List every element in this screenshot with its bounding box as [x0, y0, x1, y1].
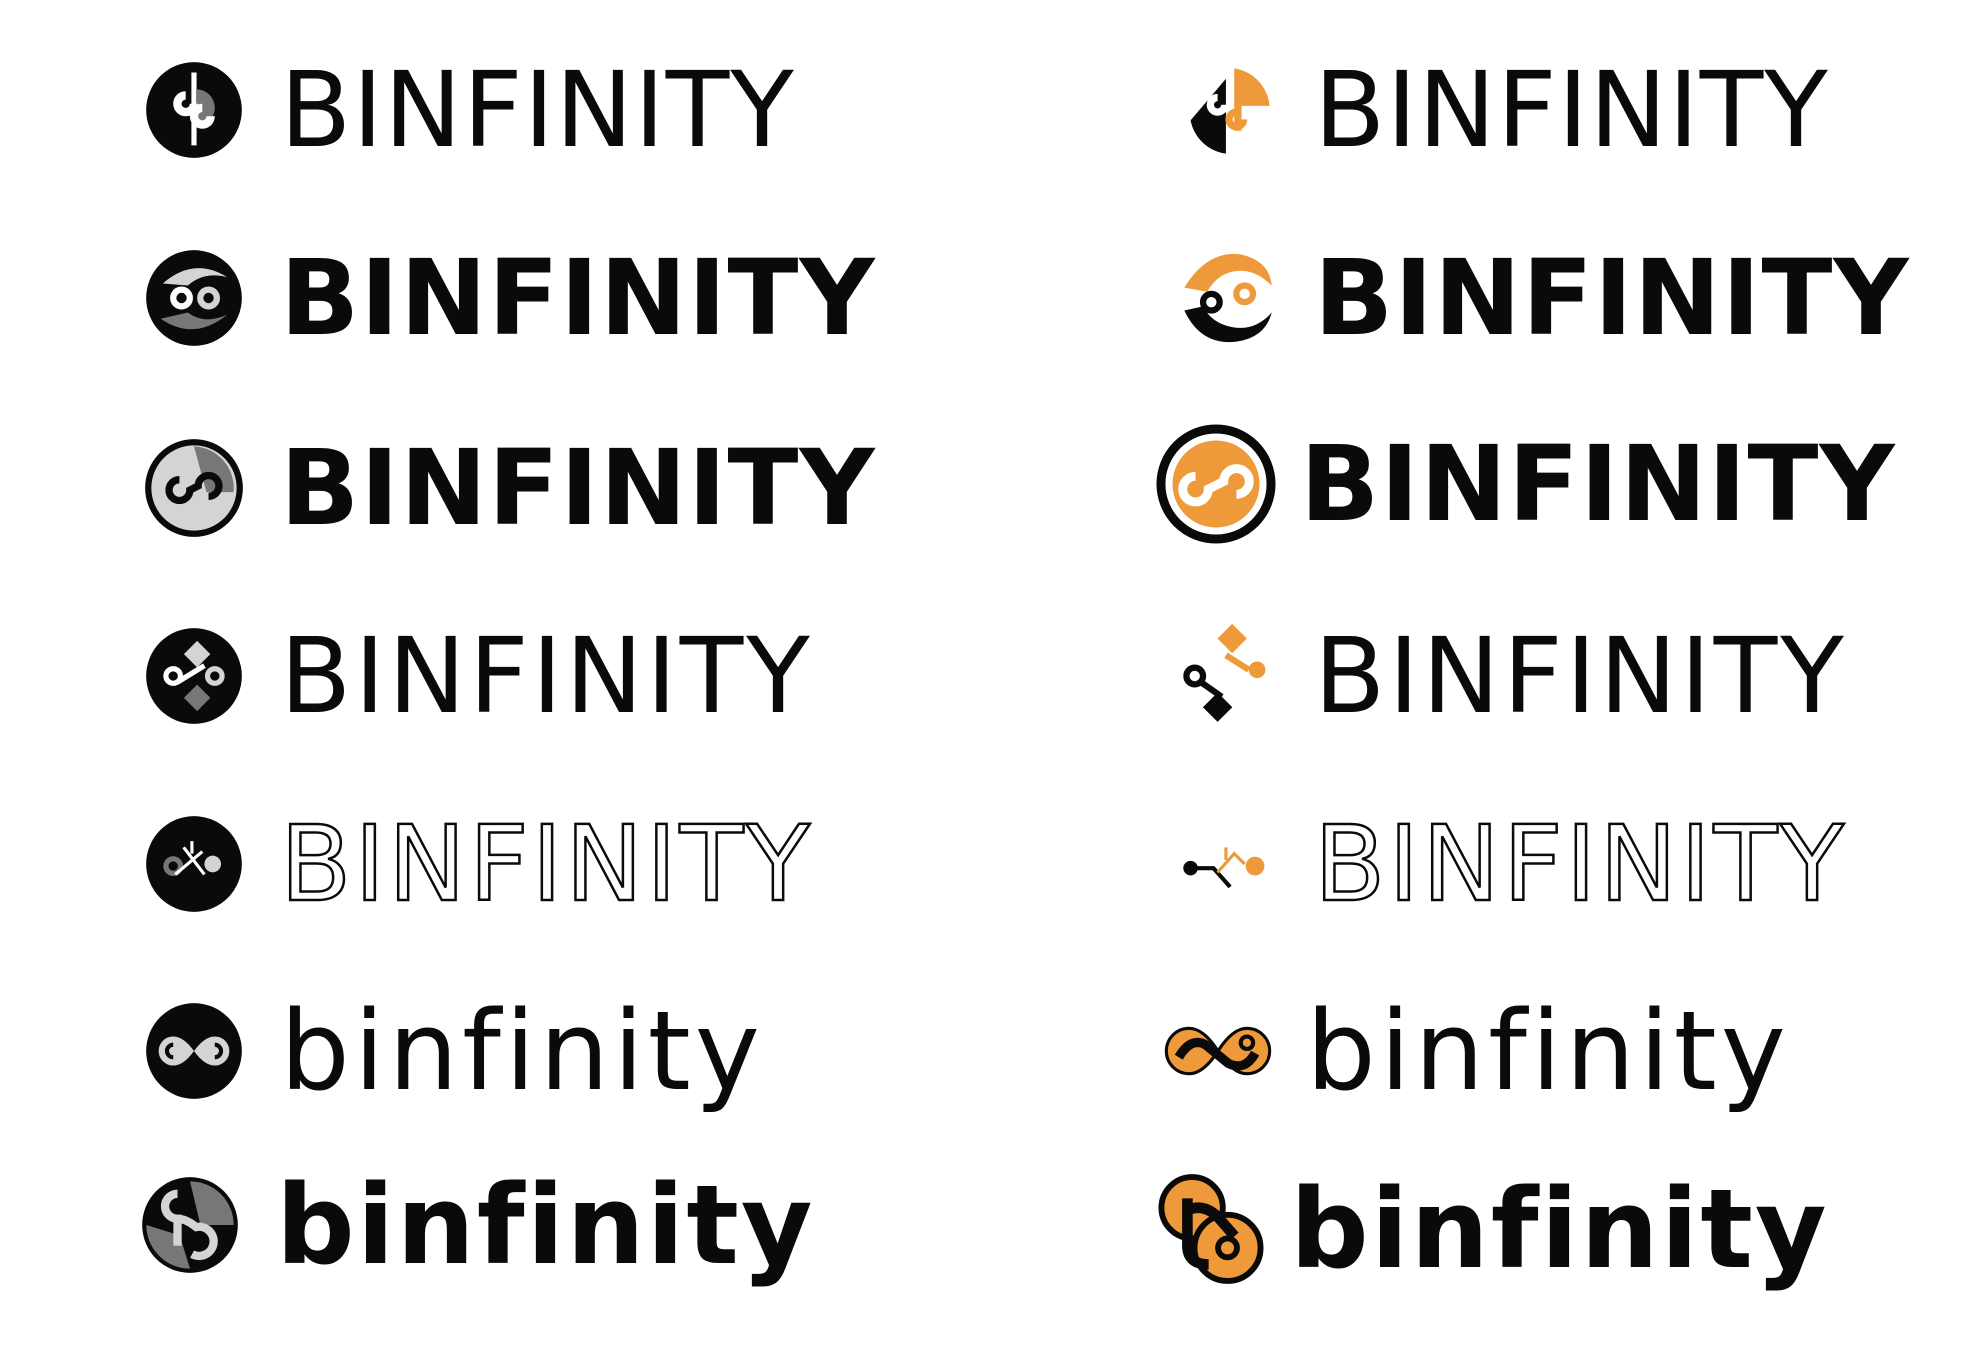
- logo-row7-left: binfinity: [138, 1170, 815, 1280]
- diamond-knot-orange-icon: [1176, 624, 1280, 728]
- thin-knot-orange-icon: [1176, 812, 1280, 916]
- wordmark: BINFINITY: [280, 427, 876, 549]
- wordmark: binfinity: [276, 1161, 815, 1289]
- circle-infinity-light-icon: [142, 999, 246, 1103]
- logo-row4-right: BINFINITY: [1176, 624, 1847, 728]
- logo-row3-left: BINFINITY: [142, 436, 876, 540]
- wordmark: BINFINITY: [1314, 49, 1829, 171]
- ring-infinity-gray-icon: [142, 436, 246, 540]
- logo-row2-left: BINFINITY: [142, 246, 876, 350]
- circle-diamond-knot-icon: [142, 624, 246, 728]
- swirl-orange-icon: [1176, 246, 1280, 350]
- logo-row6-left: binfinity: [142, 996, 764, 1106]
- ring-infinity-orange-icon: [1152, 420, 1280, 548]
- wordmark: binfinity: [1290, 1165, 1829, 1293]
- logo-row1-right: BINFINITY: [1176, 58, 1829, 162]
- wordmark: binfinity: [280, 987, 764, 1115]
- wordmark: BINFINITY: [1314, 615, 1847, 737]
- logo-row2-right: BINFINITY: [1176, 246, 1910, 350]
- wordmark: BINFINITY: [1300, 423, 1896, 545]
- wordmark: binfinity: [1306, 987, 1790, 1115]
- wordmark: BINFINITY: [280, 237, 876, 359]
- b-split-orange-icon: [1176, 58, 1280, 162]
- circle-b-split-icon: [142, 58, 246, 162]
- logo-row1-left: BINFINITY: [142, 58, 795, 162]
- logo-row5-left: BINFINITY: [142, 803, 813, 925]
- wordmark: BINFINITY: [280, 615, 813, 737]
- circle-b-loop-icon: [138, 1173, 242, 1277]
- wordmark: BINFINITY: [279, 803, 813, 925]
- infinity-orange-icon: [1156, 999, 1280, 1103]
- b-loop-orange-icon: [1152, 1170, 1270, 1288]
- logo-row4-left: BINFINITY: [142, 624, 813, 728]
- logo-row3-right: BINFINITY: [1152, 420, 1896, 548]
- logo-row5-right: BINFINITY: [1176, 803, 1847, 925]
- wordmark: BINFINITY: [1313, 803, 1847, 925]
- wordmark: BINFINITY: [1314, 237, 1910, 359]
- logo-row7-right: binfinity: [1152, 1170, 1829, 1288]
- logo-row6-right: binfinity: [1156, 996, 1790, 1106]
- wordmark: BINFINITY: [280, 49, 795, 171]
- circle-thin-knot-icon: [142, 812, 246, 916]
- circle-swirl-icon: [142, 246, 246, 350]
